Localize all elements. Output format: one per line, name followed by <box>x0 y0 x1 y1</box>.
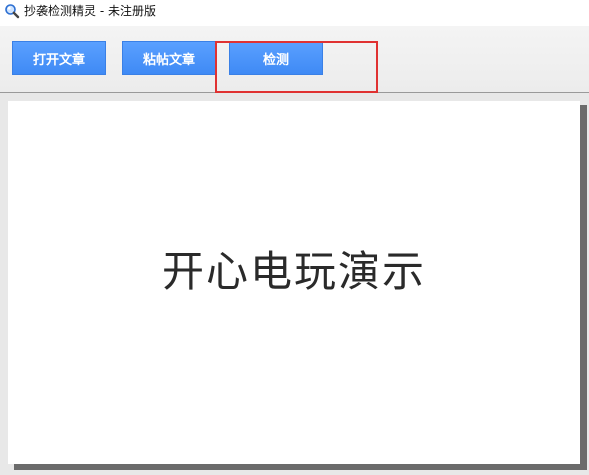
paste-article-button[interactable]: 粘帖文章 <box>122 41 216 75</box>
document-page[interactable]: 开心电玩演示 <box>8 101 580 464</box>
document-text: 开心电玩演示 <box>161 247 426 296</box>
window-title: 抄袭检测精灵 - 未注册版 <box>24 4 156 18</box>
document-area: 开心电玩演示 <box>0 93 589 475</box>
toolbar: 打开文章 粘帖文章 检测 <box>0 26 589 93</box>
title-bar: 抄袭检测精灵 - 未注册版 <box>0 0 589 22</box>
highlight-annotation <box>215 41 378 93</box>
open-article-button[interactable]: 打开文章 <box>12 41 106 75</box>
app-window: 抄袭检测精灵 - 未注册版 打开文章 粘帖文章 检测 开心电玩演示 <box>0 0 589 475</box>
magnifier-icon <box>4 3 20 19</box>
